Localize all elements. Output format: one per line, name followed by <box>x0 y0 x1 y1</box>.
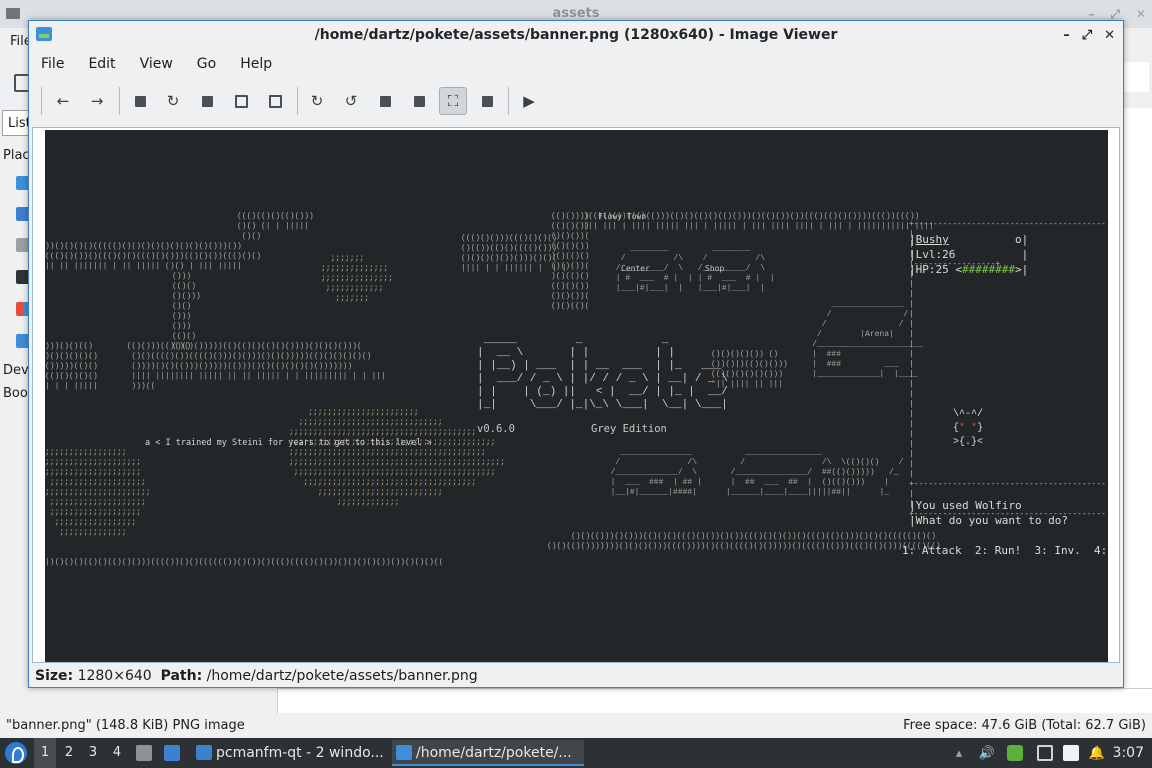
hud-hp: HP:25 <box>915 263 949 276</box>
rotate-counterclockwise-icon[interactable]: ↺ <box>337 87 365 115</box>
menu-edit[interactable]: Edit <box>76 51 127 77</box>
start-menu-icon[interactable] <box>5 742 27 764</box>
shop-label: Shop <box>705 264 725 273</box>
toolbar-separator <box>119 87 120 115</box>
update-notifier-icon[interactable] <box>1007 745 1023 761</box>
path-value: /home/dartz/pokete/assets/banner.png <box>206 668 478 684</box>
toolbar-handle <box>41 87 42 115</box>
size-label: Size: <box>35 668 74 684</box>
fm-statusbar: "banner.png" (148.8 KiB) PNG image Free … <box>0 713 1152 738</box>
workspace-1[interactable]: 1 <box>34 738 56 768</box>
size-value: 1280×640 <box>77 668 152 684</box>
ascii-forest-left: ))()()()()((((()()()()()()()()()()()))()… <box>45 242 262 271</box>
banner-quote: a < I trained my Steini for years to get… <box>145 438 432 448</box>
ascii-bush-bottom: ;;;;;;;;;;;;;;;;;;;;;;; ;;;;;;;;;;;;;;;;… <box>289 408 506 507</box>
ascii-trunk-column: ())) (()() ()())) ()() ())) ())) (()() (… <box>172 272 201 351</box>
notifications-icon[interactable]: 🔔 <box>1089 745 1105 761</box>
minimize-icon[interactable]: – <box>1063 28 1070 43</box>
fm-status-selection: "banner.png" (148.8 KiB) PNG image <box>6 718 245 733</box>
ascii-forest-center-left: ((()()()))((()()()() ()(())(()()(((()())… <box>461 234 567 273</box>
ascii-forest-bottom: |)()()()(()()(()()()))(((())()()(((((())… <box>45 558 444 567</box>
taskbar: 1 2 3 4 pcmanfm-qt - 2 windo... /home/da… <box>0 738 1152 768</box>
image-viewer-window-controls: – ⤢ ✕ <box>1063 21 1115 49</box>
slideshow-play-icon[interactable]: ▶ <box>515 87 543 115</box>
close-icon[interactable]: ✕ <box>1104 28 1115 43</box>
tray-arrow-icon[interactable]: ▴ <box>951 745 967 761</box>
ascii-grass-left: ;;;;;;;;;;;;;;;;; ;;;;;;;;;;;;;;;;;;;; ;… <box>45 448 151 537</box>
ascii-tree-cluster: ((()(()()(()())) ()() (| | ||||| ()() <box>237 212 314 241</box>
task-image-viewer[interactable]: /home/dartz/pokete/... <box>392 740 584 766</box>
menu-go[interactable]: Go <box>185 51 228 77</box>
menu-view[interactable]: View <box>128 51 185 77</box>
open-file-icon[interactable] <box>126 87 154 115</box>
hud-actions: 1: Attack 2: Run! 3: Inv. 4: <box>902 544 1108 557</box>
ascii-enemy-pokete: \^-^/ {* *} >{.}< <box>953 409 984 448</box>
hud-message-2: |What do you want to do? <box>909 514 1068 527</box>
task-file-manager-label: pcmanfm-qt - 2 windo... <box>216 745 384 761</box>
pokete-logo: _____ _ _ | __ \ | | | | | |__) | ___ | … <box>477 334 728 411</box>
center-label: Center <box>621 264 650 273</box>
task-file-manager[interactable]: pcmanfm-qt - 2 windo... <box>192 740 388 766</box>
image-info-bar: Size: 1280×640 Path: /home/dartz/pokete/… <box>35 665 478 687</box>
reload-icon[interactable]: ↻ <box>159 87 187 115</box>
image-viewer-window: /home/dartz/pokete/assets/banner.png (12… <box>28 20 1124 688</box>
copy-icon[interactable] <box>227 87 255 115</box>
toolbar-separator <box>297 87 298 115</box>
path-label: Path: <box>160 668 203 684</box>
folder-icon <box>196 745 212 760</box>
ascii-forest-mid: )))()()(() (()()))(()()()()))))(()(()()(… <box>45 342 386 391</box>
hud-pokete-name-row: |Bushy o| <box>909 233 1029 246</box>
ascii-arena-building: _______________ / / / / / |Arena| /_____… <box>812 300 923 379</box>
volume-icon[interactable]: 🔊 <box>979 745 995 761</box>
ascii-forest-bottom-right: ()()(()))()()))(()()()((()()())()())((()… <box>547 532 941 551</box>
hud-pokete-name: Bushy <box>915 233 949 246</box>
save-icon[interactable] <box>193 87 221 115</box>
image-viewer-app-icon <box>396 745 412 760</box>
banner-version: v0.6.0 <box>477 423 515 435</box>
network-monitor-icon[interactable] <box>1037 745 1053 761</box>
banner-image: ((()(()()(()())) ()() (| | ||||| ()() ))… <box>45 130 1108 662</box>
town-sign: Flowy Town <box>598 212 647 221</box>
workspace-3[interactable]: 3 <box>82 738 104 768</box>
image-viewer-toolbar: ← → ↻ ↻ ↺ ⛶ ▶ <box>29 83 1123 119</box>
hud-level: Lvl:26 <box>915 248 956 261</box>
image-viewer-title: /home/dartz/pokete/assets/banner.png (12… <box>314 27 838 43</box>
workspace-2[interactable]: 2 <box>58 738 80 768</box>
clipboard-icon[interactable] <box>1063 745 1079 761</box>
close-icon[interactable]: ✕ <box>1136 0 1146 28</box>
workspace-4[interactable]: 4 <box>106 738 128 768</box>
paste-icon[interactable] <box>261 87 289 115</box>
fm-file-list[interactable] <box>1122 108 1152 713</box>
banner-edition: Grey Edition <box>591 423 667 435</box>
ascii-trees-right: ()()()()()) () ())()|)(()()())) (()()()(… <box>711 350 788 389</box>
original-size-icon[interactable] <box>473 87 501 115</box>
file-manager-launcher-icon[interactable] <box>136 745 152 761</box>
hud-hp-bar: ######## <box>962 263 1015 276</box>
hud-hp-row: |HP:25 <########>| <box>909 263 1029 276</box>
menu-file[interactable]: File <box>29 51 76 77</box>
next-icon[interactable]: → <box>83 87 111 115</box>
zoom-out-icon[interactable] <box>405 87 433 115</box>
hud-level-row: |Lvl:26 | <box>909 248 1029 261</box>
toolbar-separator <box>508 87 509 115</box>
previous-icon[interactable]: ← <box>49 87 77 115</box>
maximize-icon[interactable]: ⤢ <box>1082 28 1092 43</box>
ascii-bush-top: ;;;;;;; ;;;;;;;;;;;;;; ;;;;;;;;;;;;;;; ;… <box>321 254 394 303</box>
image-viewer-titlebar[interactable]: /home/dartz/pokete/assets/banner.png (12… <box>29 21 1123 49</box>
zoom-in-icon[interactable] <box>371 87 399 115</box>
fm-file-list-bottom[interactable] <box>277 688 1152 714</box>
rotate-clockwise-icon[interactable]: ↻ <box>303 87 331 115</box>
show-desktop-icon[interactable] <box>164 745 180 761</box>
fm-status-free-space: Free space: 47.6 GiB (Total: 62.7 GiB) <box>903 718 1146 733</box>
fm-location-bar[interactable] <box>1122 62 1149 92</box>
menu-help[interactable]: Help <box>228 51 284 77</box>
task-image-viewer-label: /home/dartz/pokete/... <box>416 745 572 761</box>
image-viewer-menubar: File Edit View Go Help <box>29 51 284 77</box>
zoom-fit-icon[interactable]: ⛶ <box>439 87 467 115</box>
image-view-area[interactable]: ((()(()()(()())) ()() (| | ||||| ()() ))… <box>32 127 1120 663</box>
taskbar-clock[interactable]: 3:07 <box>1113 738 1144 768</box>
ascii-houses-bottom: _______________ ________________ / /\ / … <box>610 448 904 497</box>
hud-message-1: |You used Wolfiro <box>909 499 1022 512</box>
